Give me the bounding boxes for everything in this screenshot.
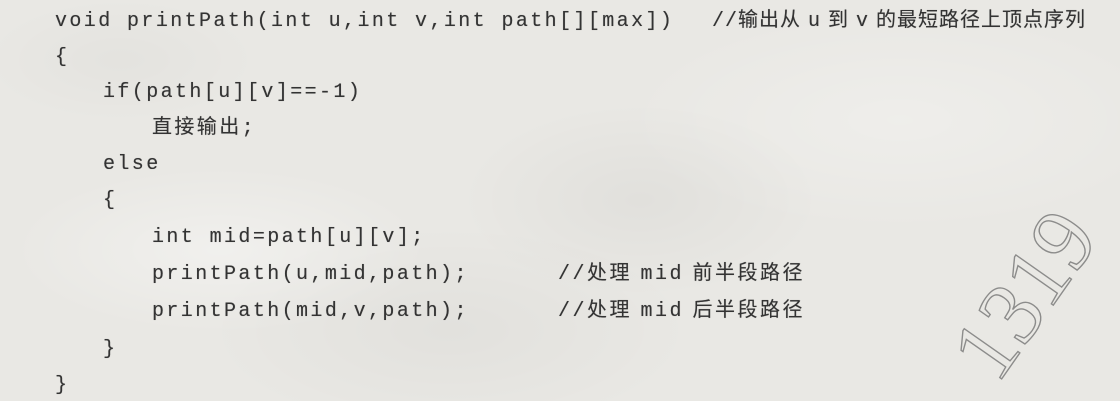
code-comment: //输出从 u 到 v 的最短路径上顶点序列 — [712, 10, 1087, 33]
code-line-close-brace: } — [0, 371, 1120, 401]
code-comment: //处理 mid 后半段路径 — [558, 300, 806, 323]
code-line-mid-assignment: int mid=path[u][v]; — [0, 223, 1120, 253]
code-text: int mid=path[u][v]; — [152, 226, 426, 249]
code-listing-page: void printPath(int u,int v,int path[][ma… — [0, 0, 1120, 401]
code-line-recursive-call-first-half: printPath(u,mid,path); //处理 mid 前半段路径 — [0, 260, 1120, 290]
code-line-else: else — [0, 150, 1120, 180]
code-text: printPath(mid,v,path); — [152, 300, 469, 323]
code-text: } — [55, 374, 70, 397]
code-text: 直接输出; — [152, 117, 257, 140]
code-line-function-signature: void printPath(int u,int v,int path[][ma… — [0, 7, 1120, 37]
code-text: { — [103, 189, 118, 212]
code-line-else-open-brace: { — [0, 186, 1120, 216]
code-text: } — [103, 338, 118, 361]
code-text: { — [55, 46, 70, 69]
code-text: void printPath(int u,int v,int path[][ma… — [55, 10, 675, 33]
code-text: printPath(u,mid,path); — [152, 263, 469, 286]
code-line-if-condition: if(path[u][v]==-1) — [0, 78, 1120, 108]
code-comment: //处理 mid 前半段路径 — [558, 263, 806, 286]
code-line-open-brace: { — [0, 43, 1120, 73]
code-line-direct-output: 直接输出; — [0, 114, 1120, 144]
code-text: if(path[u][v]==-1) — [103, 81, 363, 104]
code-text: else — [103, 153, 161, 176]
